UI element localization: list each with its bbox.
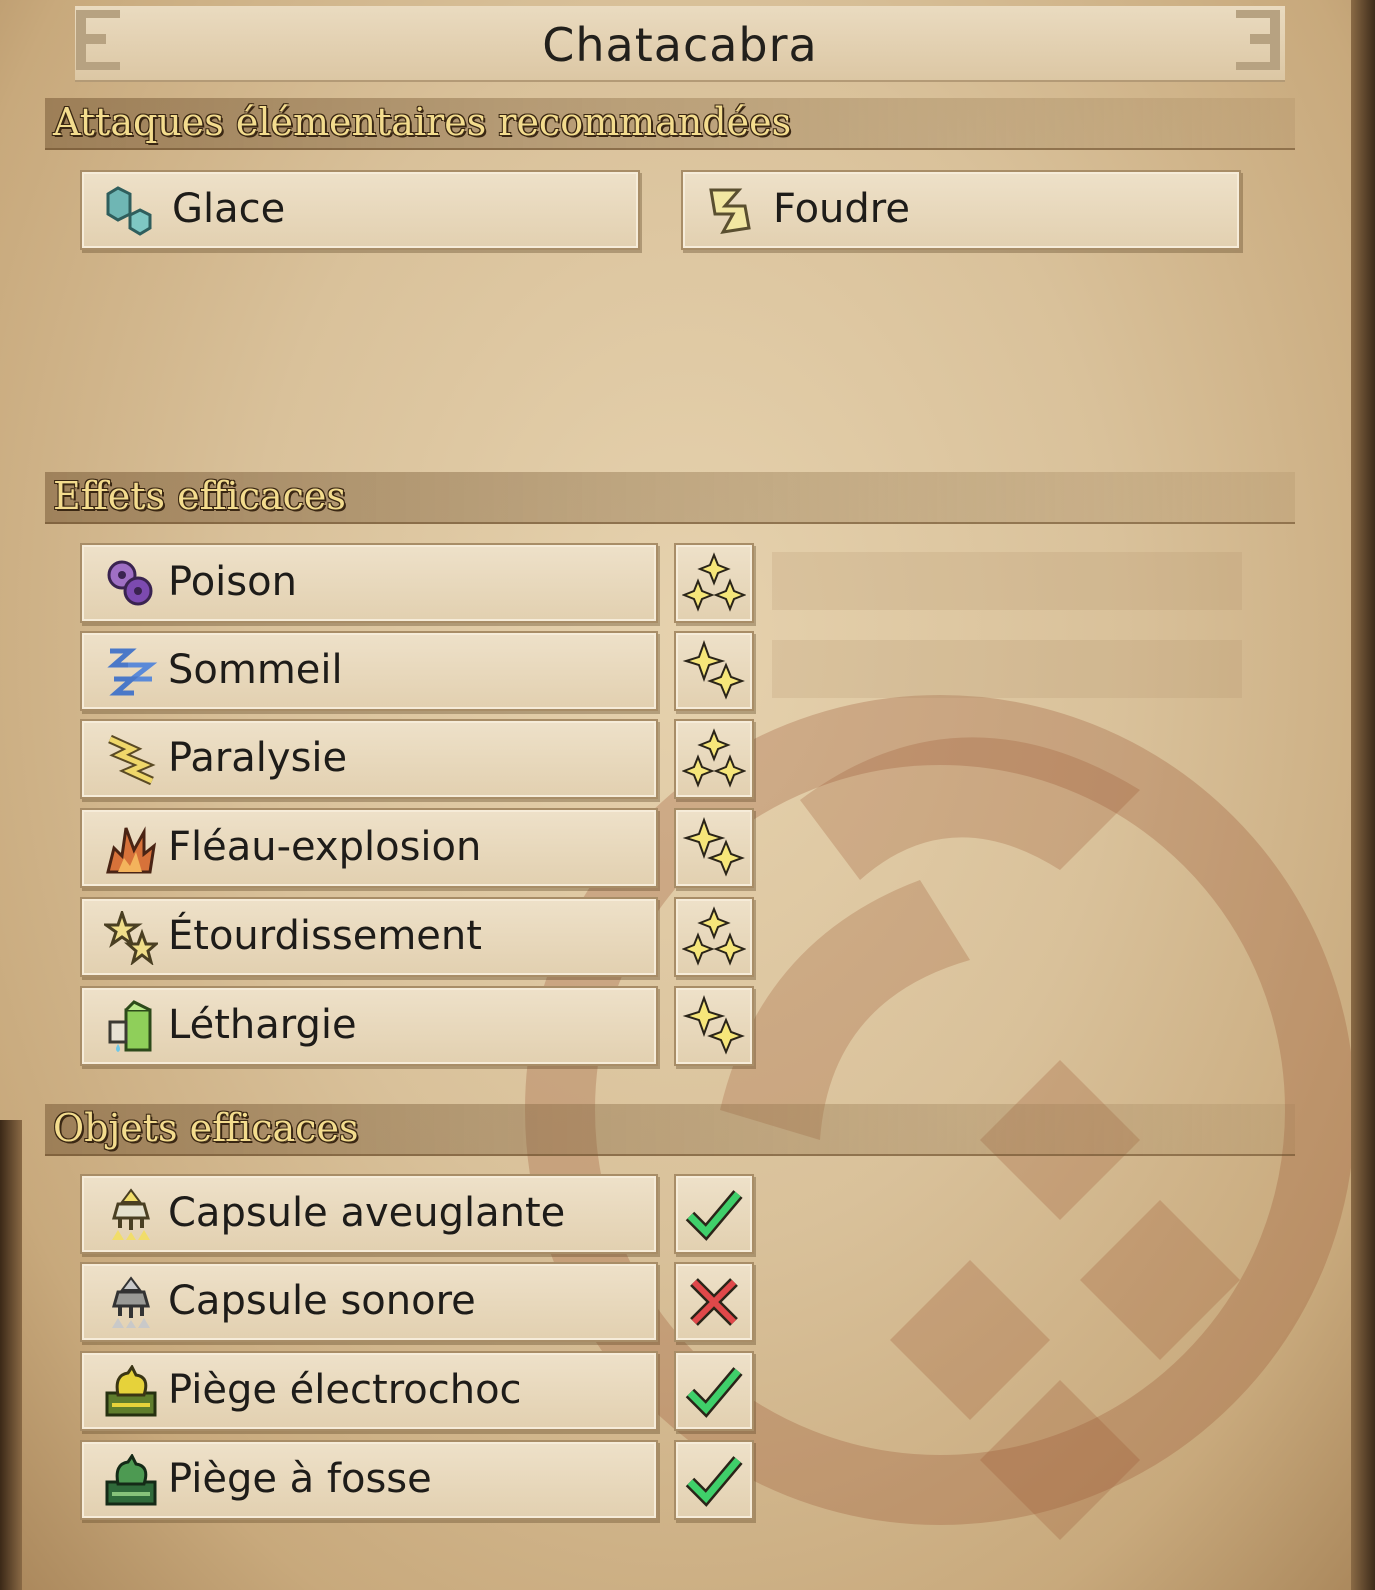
sleep-icon — [107, 648, 158, 696]
effect-row-exhaust[interactable]: Léthargie — [80, 986, 658, 1066]
ineffective-status — [674, 1262, 754, 1342]
items-section-title: Objets efficaces — [53, 1106, 359, 1150]
effective-status — [674, 1440, 754, 1520]
exhaust-icon — [108, 1000, 152, 1052]
background-stripe — [772, 552, 1242, 610]
item-label: Piège électrochoc — [168, 1367, 522, 1413]
effect-label: Léthargie — [168, 1002, 357, 1048]
two-stars-icon — [682, 640, 745, 700]
effect-label: Poison — [168, 559, 297, 605]
effective-status — [674, 1174, 754, 1254]
elemental-section-header: Attaques élémentaires recommandées — [45, 98, 1295, 150]
paralysis-icon — [108, 734, 156, 786]
checkmark-icon — [685, 1456, 743, 1507]
rating-three-stars — [674, 543, 754, 623]
three-stars-icon — [682, 552, 746, 612]
item-row-pitfall-trap[interactable]: Piège à fosse — [80, 1440, 658, 1520]
cross-icon — [690, 1278, 738, 1326]
monster-info-panel: Chatacabra Attaques élémentaires recomma… — [0, 0, 1375, 1590]
checkmark-icon — [685, 1190, 743, 1241]
two-stars-icon — [682, 817, 745, 877]
stun-icon — [104, 911, 158, 965]
effects-section-title: Effets efficaces — [53, 474, 346, 518]
effect-row-blast[interactable]: Fléau-explosion — [80, 808, 658, 888]
parchment-left-edge — [0, 1120, 22, 1590]
rating-three-stars — [674, 719, 754, 799]
item-row-flash-pod[interactable]: Capsule aveuglante — [80, 1174, 658, 1254]
item-label: Capsule aveuglante — [168, 1190, 566, 1236]
item-label: Capsule sonore — [168, 1278, 476, 1324]
elemental-section-title: Attaques élémentaires recommandées — [53, 100, 792, 144]
background-stripe — [772, 640, 1242, 698]
sonic-pod-icon — [112, 1276, 150, 1328]
shock-trap-icon — [105, 1365, 157, 1417]
rating-two-stars — [674, 808, 754, 888]
pitfall-trap-icon — [105, 1454, 157, 1506]
element-label: Foudre — [773, 186, 910, 232]
items-section-header: Objets efficaces — [45, 1104, 1295, 1156]
parchment-right-edge — [1351, 0, 1375, 1590]
poison-icon — [107, 560, 153, 606]
checkmark-icon — [685, 1367, 743, 1418]
effect-row-paralysis[interactable]: Paralysie — [80, 719, 658, 799]
title-bar: Chatacabra — [75, 6, 1285, 82]
rating-two-stars — [674, 631, 754, 711]
element-label: Glace — [172, 186, 286, 232]
rating-three-stars — [674, 897, 754, 977]
effect-row-poison[interactable]: Poison — [80, 543, 658, 623]
element-item-ice[interactable]: Glace — [80, 170, 640, 250]
flash-pod-icon — [112, 1188, 150, 1240]
ice-crystal-icon — [106, 186, 152, 236]
thunder-bolt-icon — [709, 188, 751, 234]
item-row-shock-trap[interactable]: Piège électrochoc — [80, 1351, 658, 1431]
corner-ornament-right-icon — [1236, 10, 1280, 70]
item-label: Piège à fosse — [168, 1456, 432, 1502]
rating-two-stars — [674, 986, 754, 1066]
effect-row-sleep[interactable]: Sommeil — [80, 631, 658, 711]
effect-row-stun[interactable]: Étourdissement — [80, 897, 658, 977]
effects-section-header: Effets efficaces — [45, 472, 1295, 524]
effective-status — [674, 1351, 754, 1431]
three-stars-icon — [682, 728, 746, 788]
effect-label: Paralysie — [168, 735, 348, 781]
three-stars-icon — [682, 906, 746, 966]
item-row-sonic-pod[interactable]: Capsule sonore — [80, 1262, 658, 1342]
effect-label: Étourdissement — [168, 913, 482, 959]
effect-label: Fléau-explosion — [168, 824, 482, 870]
blast-icon — [106, 826, 157, 874]
monster-name: Chatacabra — [542, 18, 818, 72]
two-stars-icon — [682, 995, 745, 1055]
corner-ornament-left-icon — [76, 10, 120, 70]
element-item-thunder[interactable]: Foudre — [681, 170, 1241, 250]
effect-label: Sommeil — [168, 647, 343, 693]
